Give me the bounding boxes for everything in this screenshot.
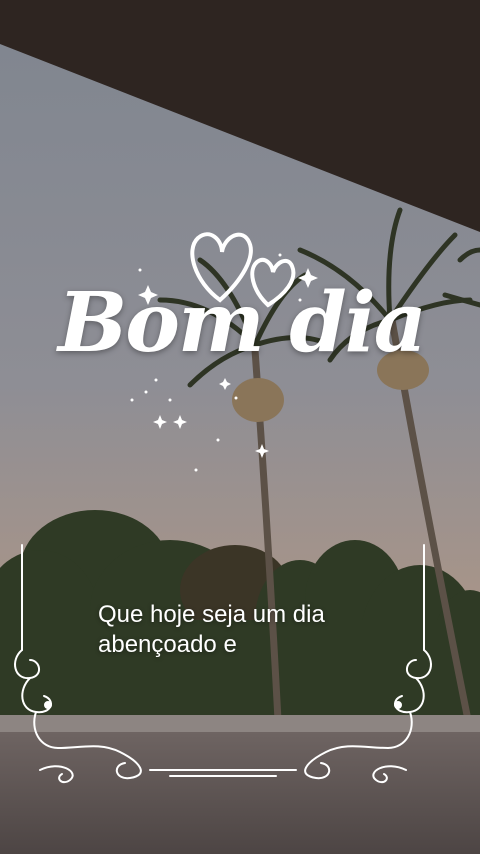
wall <box>0 732 480 854</box>
ledge <box>0 715 480 733</box>
greeting-title: Bom dia <box>58 275 427 371</box>
greeting-message: Que hoje seja um dia abençoado e <box>98 600 398 660</box>
background-photo <box>0 0 480 854</box>
message-line-1: Que hoje seja um dia <box>98 601 325 628</box>
photo-scene: Bom dia Que hoje seja um dia abençoado e <box>0 0 480 854</box>
message-line-2: abençoado e <box>98 631 237 658</box>
